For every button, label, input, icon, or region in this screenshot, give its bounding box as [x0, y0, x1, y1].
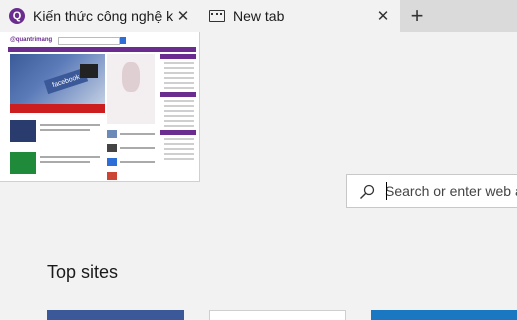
preview-article-text	[120, 161, 155, 163]
browser-window: Q Kiến thức công nghệ kh ✕ New tab ✕ + @…	[0, 0, 517, 320]
top-sites-heading: Top sites	[47, 262, 119, 282]
search-icon	[360, 184, 375, 199]
tab-title: New tab	[233, 8, 285, 24]
top-site-tile[interactable]	[371, 310, 517, 320]
preview-article-text	[40, 161, 90, 163]
preview-article-image	[10, 152, 36, 174]
preview-article-text	[40, 124, 100, 126]
preview-hero-image: facebook	[10, 54, 105, 109]
text-caret	[386, 182, 387, 200]
search-input[interactable]	[385, 175, 517, 207]
preview-thumb	[107, 130, 117, 138]
new-tab-button[interactable]: +	[400, 0, 434, 32]
preview-logo: @quantrimang	[10, 37, 53, 43]
preview-search-bar	[58, 37, 120, 45]
tab-new-tab[interactable]: New tab ✕	[200, 0, 400, 32]
preview-article-text	[120, 147, 155, 149]
preview-portrait-face	[122, 62, 140, 92]
preview-red-banner	[10, 104, 105, 113]
top-site-tile[interactable]	[209, 310, 346, 320]
preview-sidebar	[160, 54, 196, 179]
preview-thumb	[107, 144, 117, 152]
preview-thumb	[107, 172, 117, 180]
search-box[interactable]	[346, 174, 517, 208]
preview-clapperboard	[80, 64, 98, 78]
preview-nav-bar	[8, 47, 196, 52]
top-site-tile[interactable]	[47, 310, 184, 320]
quantrimang-icon: Q	[9, 8, 25, 24]
preview-article-image	[10, 120, 36, 142]
preview-thumb	[107, 158, 117, 166]
preview-article-text	[40, 129, 90, 131]
close-icon[interactable]: ✕	[375, 8, 391, 25]
tab-preview-thumbnail[interactable]: @quantrimang facebook	[0, 32, 200, 182]
new-tab-icon	[209, 10, 225, 22]
close-icon[interactable]: ✕	[175, 8, 191, 25]
preview-portrait-image	[107, 54, 155, 124]
tab-title: Kiến thức công nghệ kh	[33, 8, 173, 24]
tab-active[interactable]: Q Kiến thức công nghệ kh ✕	[0, 0, 200, 32]
preview-article-text	[120, 133, 155, 135]
tab-strip: Q Kiến thức công nghệ kh ✕ New tab ✕ +	[0, 0, 517, 32]
preview-article-text	[40, 156, 100, 158]
preview-search-button	[120, 37, 126, 44]
